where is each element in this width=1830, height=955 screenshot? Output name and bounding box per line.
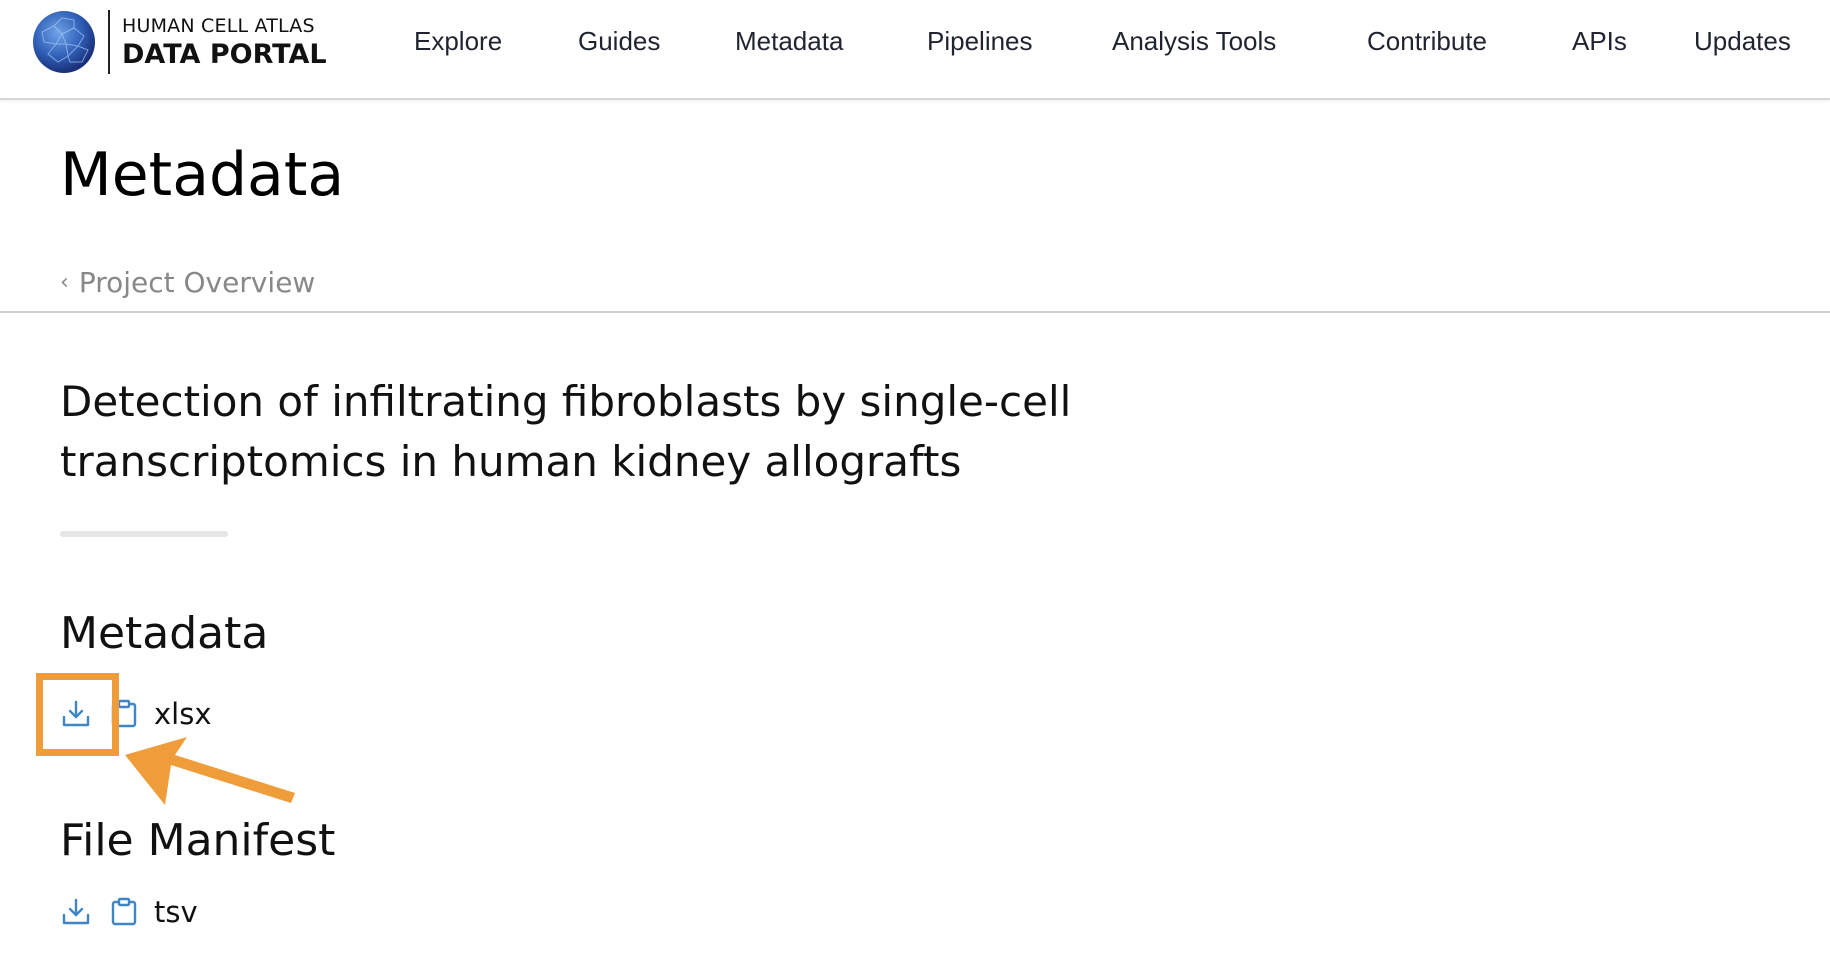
logo[interactable]: HUMAN CELL ATLAS DATA PORTAL — [32, 10, 327, 74]
logo-line2: DATA PORTAL — [122, 38, 327, 70]
annotation-arrow-icon — [125, 737, 295, 805]
title-underline — [60, 531, 228, 537]
nav-analysis-tools[interactable]: Analysis Tools — [1112, 26, 1276, 57]
logo-divider — [108, 10, 110, 74]
nav-explore[interactable]: Explore — [414, 26, 502, 57]
clipboard-icon[interactable] — [108, 896, 140, 928]
file-manifest-heading: File Manifest — [60, 815, 336, 866]
file-manifest-row: tsv — [60, 895, 198, 929]
top-header: HUMAN CELL ATLAS DATA PORTAL Explore Gui… — [0, 0, 1830, 100]
logo-text: HUMAN CELL ATLAS DATA PORTAL — [122, 14, 327, 70]
metadata-format: xlsx — [154, 697, 212, 731]
page-title: Metadata — [60, 140, 345, 210]
nav-apis[interactable]: APIs — [1572, 26, 1627, 57]
nav-updates[interactable]: Updates — [1694, 26, 1791, 57]
file-manifest-format: tsv — [154, 895, 198, 929]
logo-line1: HUMAN CELL ATLAS — [122, 14, 315, 37]
nav-metadata[interactable]: Metadata — [735, 26, 843, 57]
breadcrumb[interactable]: ‹ Project Overview — [60, 266, 315, 299]
nav-guides[interactable]: Guides — [578, 26, 660, 57]
main-nav: Explore Guides Metadata Pipelines Analys… — [410, 26, 1830, 60]
chevron-left-icon: ‹ — [60, 270, 69, 295]
metadata-heading: Metadata — [60, 608, 269, 659]
nav-pipelines[interactable]: Pipelines — [927, 26, 1033, 57]
download-icon[interactable] — [60, 896, 92, 928]
breadcrumb-label: Project Overview — [78, 266, 316, 299]
hca-logo-icon — [33, 11, 95, 73]
project-title: Detection of infiltrating fibroblasts by… — [60, 377, 1072, 486]
nav-contribute[interactable]: Contribute — [1367, 26, 1487, 57]
annotation-highlight-box — [36, 673, 119, 756]
divider — [0, 311, 1830, 313]
